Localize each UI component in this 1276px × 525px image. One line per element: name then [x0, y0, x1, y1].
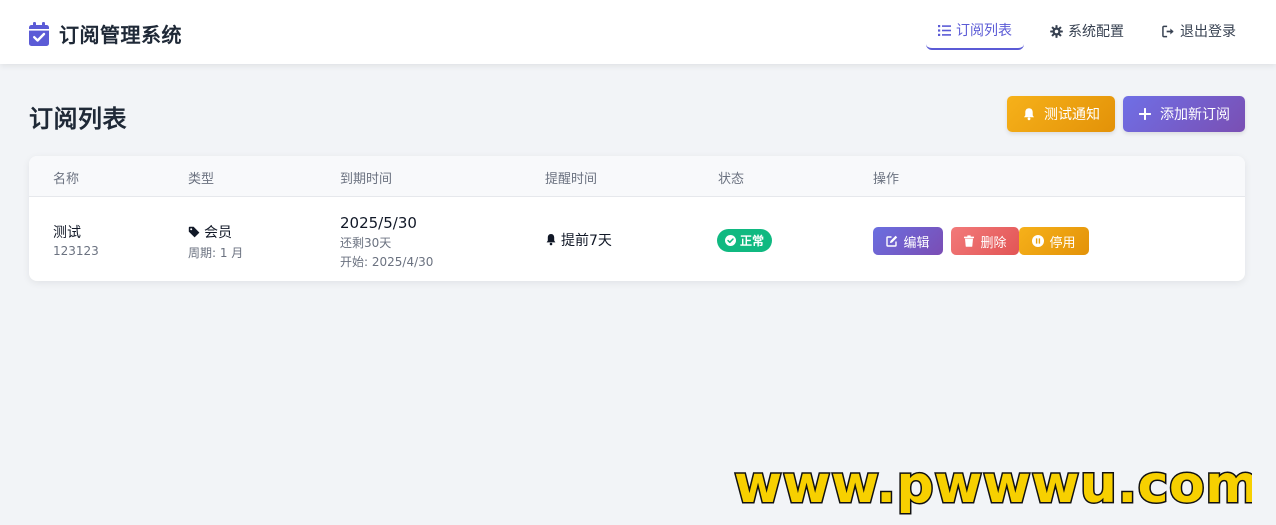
watermark-text: www.pwwwu.com — [733, 454, 1261, 517]
subscription-name: 测试 — [53, 225, 81, 241]
nav-item-subscriptions[interactable]: 订阅列表 — [926, 12, 1024, 50]
subscription-table: 名称 类型 到期时间 提醒时间 状态 操作 测试 123123 会员 周期: 1… — [29, 156, 1245, 281]
nav-menu: 订阅列表 系统配置 退出登录 — [912, 12, 1248, 50]
type-line: 会员 — [188, 222, 243, 242]
test-notification-button[interactable]: 测试通知 — [1007, 96, 1115, 132]
column-header-type: 类型 — [188, 172, 215, 187]
edit-label: 编辑 — [903, 235, 930, 251]
watermark: www.pwwwu.com — [732, 452, 1261, 525]
gear-icon — [1050, 24, 1063, 38]
cell-status: 正常 — [717, 229, 773, 252]
watermark-label: www.pwwwu.com — [734, 455, 1252, 515]
subscription-note: 123123 — [53, 244, 99, 258]
nav-item-settings[interactable]: 系统配置 — [1038, 12, 1136, 50]
subscription-cycle: 周期: 1 月 — [188, 246, 244, 260]
column-header-name: 名称 — [53, 172, 80, 187]
start-date: 开始: 2025/4/30 — [340, 255, 434, 269]
trash-icon — [964, 235, 975, 247]
cell-expire: 2025/5/30 还剩30天 开始: 2025/4/30 — [340, 214, 433, 270]
column-header-expire: 到期时间 — [340, 172, 393, 187]
nav-label: 退出登录 — [1180, 24, 1236, 40]
add-subscription-button[interactable]: 添加新订阅 — [1123, 96, 1245, 132]
status-badge: 正常 — [717, 229, 773, 252]
add-subscription-label: 添加新订阅 — [1160, 107, 1230, 123]
cell-remind: 提前7天 — [545, 230, 612, 250]
brand[interactable]: 订阅管理系统 — [28, 19, 182, 48]
test-notification-label: 测试通知 — [1044, 107, 1100, 123]
plus-icon — [1139, 108, 1151, 120]
edit-icon — [886, 235, 898, 247]
delete-button[interactable]: 删除 — [951, 227, 1019, 255]
disable-button[interactable]: 停用 — [1019, 227, 1089, 255]
table-header: 名称 类型 到期时间 提醒时间 状态 操作 — [29, 156, 1245, 197]
status-text: 正常 — [740, 234, 765, 248]
nav-label: 系统配置 — [1068, 24, 1124, 40]
column-header-remind: 提醒时间 — [545, 172, 598, 187]
cell-type: 会员 周期: 1 月 — [188, 222, 243, 261]
tag-icon — [188, 226, 200, 238]
column-header-status: 状态 — [718, 172, 745, 187]
table-row: 测试 123123 会员 周期: 1 月 2025/5/30 还剩30天 开始:… — [29, 197, 1245, 281]
remind-text: 提前7天 — [561, 233, 612, 249]
list-icon — [938, 24, 951, 36]
check-circle-icon — [725, 235, 736, 246]
column-header-actions: 操作 — [873, 172, 900, 187]
nav-label: 订阅列表 — [956, 23, 1012, 39]
edit-button[interactable]: 编辑 — [873, 227, 943, 255]
calendar-check-icon — [29, 21, 49, 46]
subscription-type: 会员 — [204, 225, 232, 241]
sign-out-icon — [1162, 25, 1174, 37]
app-title: 订阅管理系统 — [59, 23, 182, 47]
cell-name: 测试 123123 — [53, 222, 99, 258]
remaining-days: 还剩30天 — [340, 236, 392, 250]
remind-line: 提前7天 — [545, 230, 612, 250]
expire-date: 2025/5/30 — [340, 214, 417, 232]
bell-icon — [546, 234, 556, 246]
nav-item-logout[interactable]: 退出登录 — [1150, 12, 1248, 50]
pause-circle-icon — [1032, 235, 1045, 247]
delete-label: 删除 — [980, 235, 1007, 251]
bell-icon — [1024, 108, 1034, 121]
page-title: 订阅列表 — [29, 105, 127, 133]
disable-label: 停用 — [1049, 235, 1076, 251]
top-navbar: 订阅管理系统 订阅列表 系统配置 退出登录 — [0, 0, 1276, 64]
